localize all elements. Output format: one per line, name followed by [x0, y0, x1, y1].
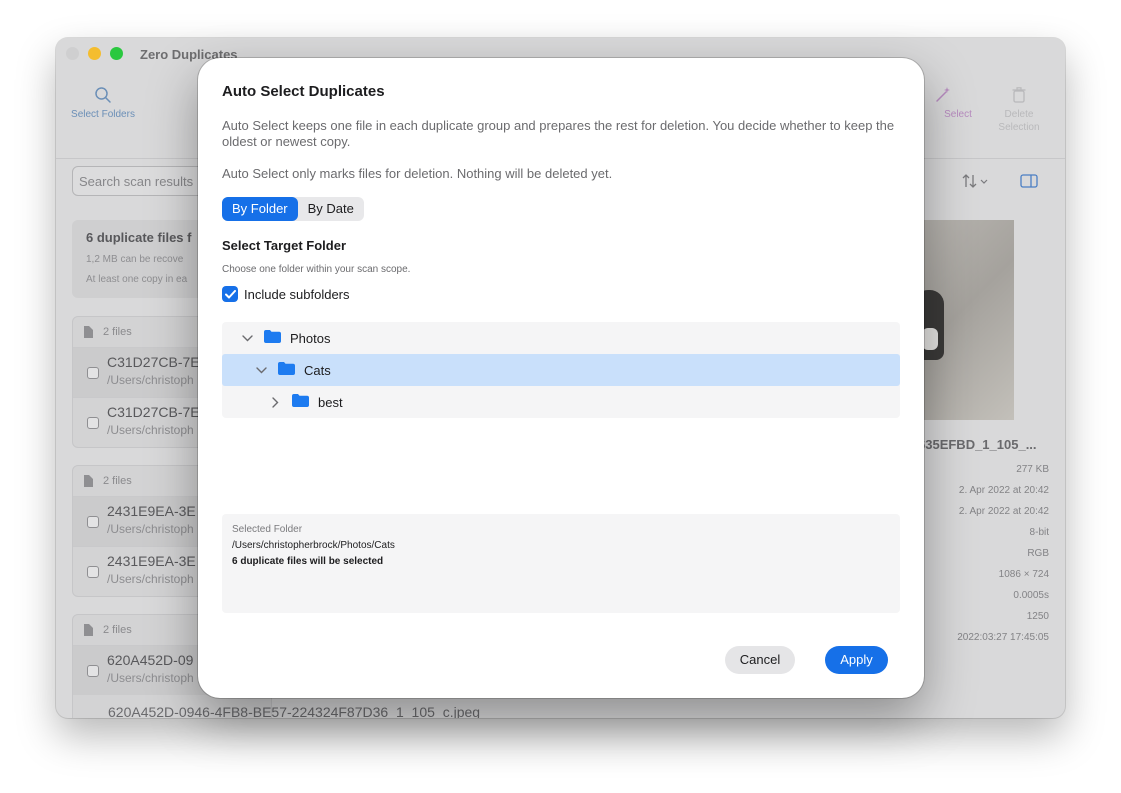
image-preview	[920, 220, 1014, 420]
meta-value: 1250	[1026, 611, 1049, 622]
meta-value: 0.0005s	[1013, 590, 1049, 601]
file-checkbox[interactable]	[87, 367, 99, 379]
document-icon	[84, 475, 93, 487]
section-title: Select Target Folder	[222, 238, 347, 253]
apply-button[interactable]: Apply	[825, 646, 888, 674]
folder-icon	[292, 394, 309, 410]
magic-wand-icon	[936, 87, 950, 102]
meta-value: 8-bit	[1029, 527, 1049, 538]
close-window-button[interactable]	[66, 47, 79, 60]
auto-select-dialog: Auto Select Duplicates Auto Select keeps…	[198, 58, 924, 698]
tab-by-date[interactable]: By Date	[298, 197, 364, 221]
file-checkbox[interactable]	[87, 417, 99, 429]
tree-item-label: Cats	[304, 362, 331, 378]
selected-folder-info: Selected Folder /Users/christopherbrock/…	[222, 514, 900, 613]
zoom-window-button[interactable]	[110, 47, 123, 60]
cancel-button[interactable]: Cancel	[725, 646, 795, 674]
group-count: 2 files	[103, 326, 132, 338]
file-checkbox[interactable]	[87, 665, 99, 677]
meta-value: 277 KB	[1016, 464, 1049, 475]
meta-value: 2022:03:27 17:45:05	[957, 632, 1049, 643]
dialog-title: Auto Select Duplicates	[222, 83, 385, 100]
meta-value: RGB	[1027, 548, 1049, 559]
selected-folder-path: /Users/christopherbrock/Photos/Cats	[232, 540, 395, 551]
tab-by-folder[interactable]: By Folder	[222, 197, 298, 221]
include-subfolders-toggle[interactable]: Include subfolders	[222, 286, 350, 302]
mode-segmented-control: By Folder By Date	[222, 197, 364, 221]
sort-icon	[962, 174, 988, 188]
search-icon	[95, 87, 111, 103]
include-subfolders-checkbox[interactable]	[222, 286, 238, 302]
folder-icon	[278, 362, 295, 378]
dialog-note: Auto Select only marks files for deletio…	[222, 166, 613, 181]
trash-icon	[1012, 87, 1026, 103]
dialog-description: Auto Select keeps one file in each dupli…	[222, 118, 895, 149]
document-icon	[84, 624, 93, 636]
chevron-down-icon[interactable]	[254, 363, 268, 377]
tree-item-photos[interactable]: Photos	[222, 322, 900, 354]
section-subtitle: Choose one folder within your scan scope…	[222, 264, 411, 275]
file-checkbox[interactable]	[87, 566, 99, 578]
chevron-down-icon[interactable]	[240, 331, 254, 345]
folder-tree: Photos Cats best	[222, 322, 900, 418]
select-folders-button[interactable]: Select Folders	[68, 86, 138, 121]
selection-count: 6 duplicate files will be selected	[232, 556, 384, 567]
include-subfolders-label: Include subfolders	[244, 286, 350, 302]
document-icon	[84, 326, 93, 338]
delete-selection-label: Delete Selection	[998, 109, 1040, 133]
sort-button[interactable]	[962, 174, 988, 191]
tree-item-label: best	[318, 394, 343, 410]
chevron-right-icon[interactable]	[268, 395, 282, 409]
delete-selection-button[interactable]: Delete Selection	[984, 86, 1054, 134]
tree-item-label: Photos	[290, 330, 331, 346]
group-count: 2 files	[103, 475, 132, 487]
file-name: 620A452D-0946-4FB8-BE57-224324F87D36_1_1…	[108, 704, 481, 718]
preview-file-name: 635EFBD_1_105_...	[918, 437, 1037, 452]
folder-icon	[264, 330, 281, 346]
checkmark-icon	[224, 289, 236, 298]
cat-photo-detail	[922, 328, 938, 350]
tree-item-best[interactable]: best	[222, 386, 900, 418]
sidebar-right-icon	[1020, 174, 1038, 188]
meta-value: 2. Apr 2022 at 20:42	[958, 506, 1049, 517]
group-count: 2 files	[103, 624, 132, 636]
selected-folder-heading: Selected Folder	[232, 524, 303, 535]
meta-value: 2. Apr 2022 at 20:42	[958, 485, 1049, 496]
search-placeholder: Search scan results	[79, 174, 194, 189]
meta-value: 1086 × 724	[998, 569, 1049, 580]
file-checkbox[interactable]	[87, 516, 99, 528]
minimize-window-button[interactable]	[88, 47, 101, 60]
inspector-toggle-button[interactable]	[1020, 174, 1038, 191]
tree-item-cats[interactable]: Cats	[222, 354, 900, 386]
select-folders-label: Select Folders	[71, 109, 135, 120]
